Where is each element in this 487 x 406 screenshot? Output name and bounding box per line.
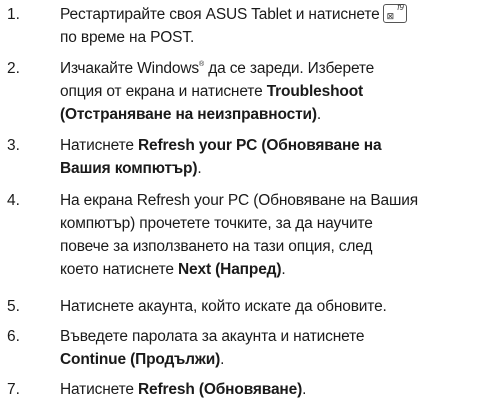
punctuation: .	[220, 351, 225, 368]
step-number: 3.	[7, 137, 20, 154]
step-line: да се зареди. Изберете	[204, 60, 375, 77]
step-text: Натиснете Refresh your PC (Обновяване на…	[60, 134, 485, 180]
step-text: Рестартирайте своя ASUS Tablet и натисне…	[60, 3, 485, 49]
step-number: 2.	[7, 60, 20, 77]
step-text: Натиснете Refresh (Обновяване).	[60, 378, 485, 401]
step-text: Натиснете акаунта, който искате да обнов…	[60, 295, 485, 318]
key-glyph: ⊠	[386, 11, 395, 21]
key-label: f9	[397, 3, 404, 12]
step-text: На екрана Refresh your PC (Обновяване на…	[60, 189, 485, 281]
step-line: Натиснете акаунта, който искате да обнов…	[60, 298, 387, 315]
step-line: опция от екрана и натиснете	[60, 83, 267, 100]
step-text: Изчакайте Windows® да се зареди. Изберет…	[60, 57, 485, 126]
punctuation: .	[281, 261, 286, 278]
step-line: Изчакайте Windows	[60, 60, 200, 77]
step-line: Въведете паролата за акаунта и натиснете	[60, 328, 365, 345]
step-text: Въведете паролата за акаунта и натиснете…	[60, 325, 485, 371]
step-number: 5.	[7, 298, 20, 315]
step-number: 7.	[7, 381, 20, 398]
bold-term: Вашия компютър)	[60, 160, 198, 177]
bold-term: Next (Напред)	[178, 261, 282, 278]
step-number: 1.	[7, 6, 20, 23]
bold-term: Refresh (Обновяване)	[138, 381, 303, 398]
bold-term: Troubleshoot	[266, 83, 364, 100]
step-line: компютър) прочетете точките, за да научи…	[60, 215, 373, 232]
punctuation: .	[197, 160, 202, 177]
step-line: което натиснете	[60, 261, 178, 278]
punctuation: .	[302, 381, 307, 398]
bold-term: Refresh your PC (Обновяване на	[138, 137, 382, 154]
bold-term: (Отстраняване на неизправности)	[60, 106, 317, 123]
step-line: Рестартирайте своя ASUS Tablet и натисне…	[60, 6, 380, 23]
punctuation: .	[316, 106, 322, 123]
step-number: 6.	[7, 328, 20, 345]
step-line: повече за използването на тази опция, сл…	[60, 238, 373, 255]
step-number: 4.	[7, 192, 20, 209]
bold-term: Continue (Продължи)	[60, 351, 221, 368]
step-line: На екрана Refresh your PC (Обновяване на…	[60, 192, 419, 209]
f9-key-icon: ⊠ f9	[382, 3, 407, 23]
step-line: по време на POST.	[60, 29, 195, 46]
step-line: Натиснете	[60, 381, 138, 398]
step-line: Натиснете	[60, 137, 138, 154]
